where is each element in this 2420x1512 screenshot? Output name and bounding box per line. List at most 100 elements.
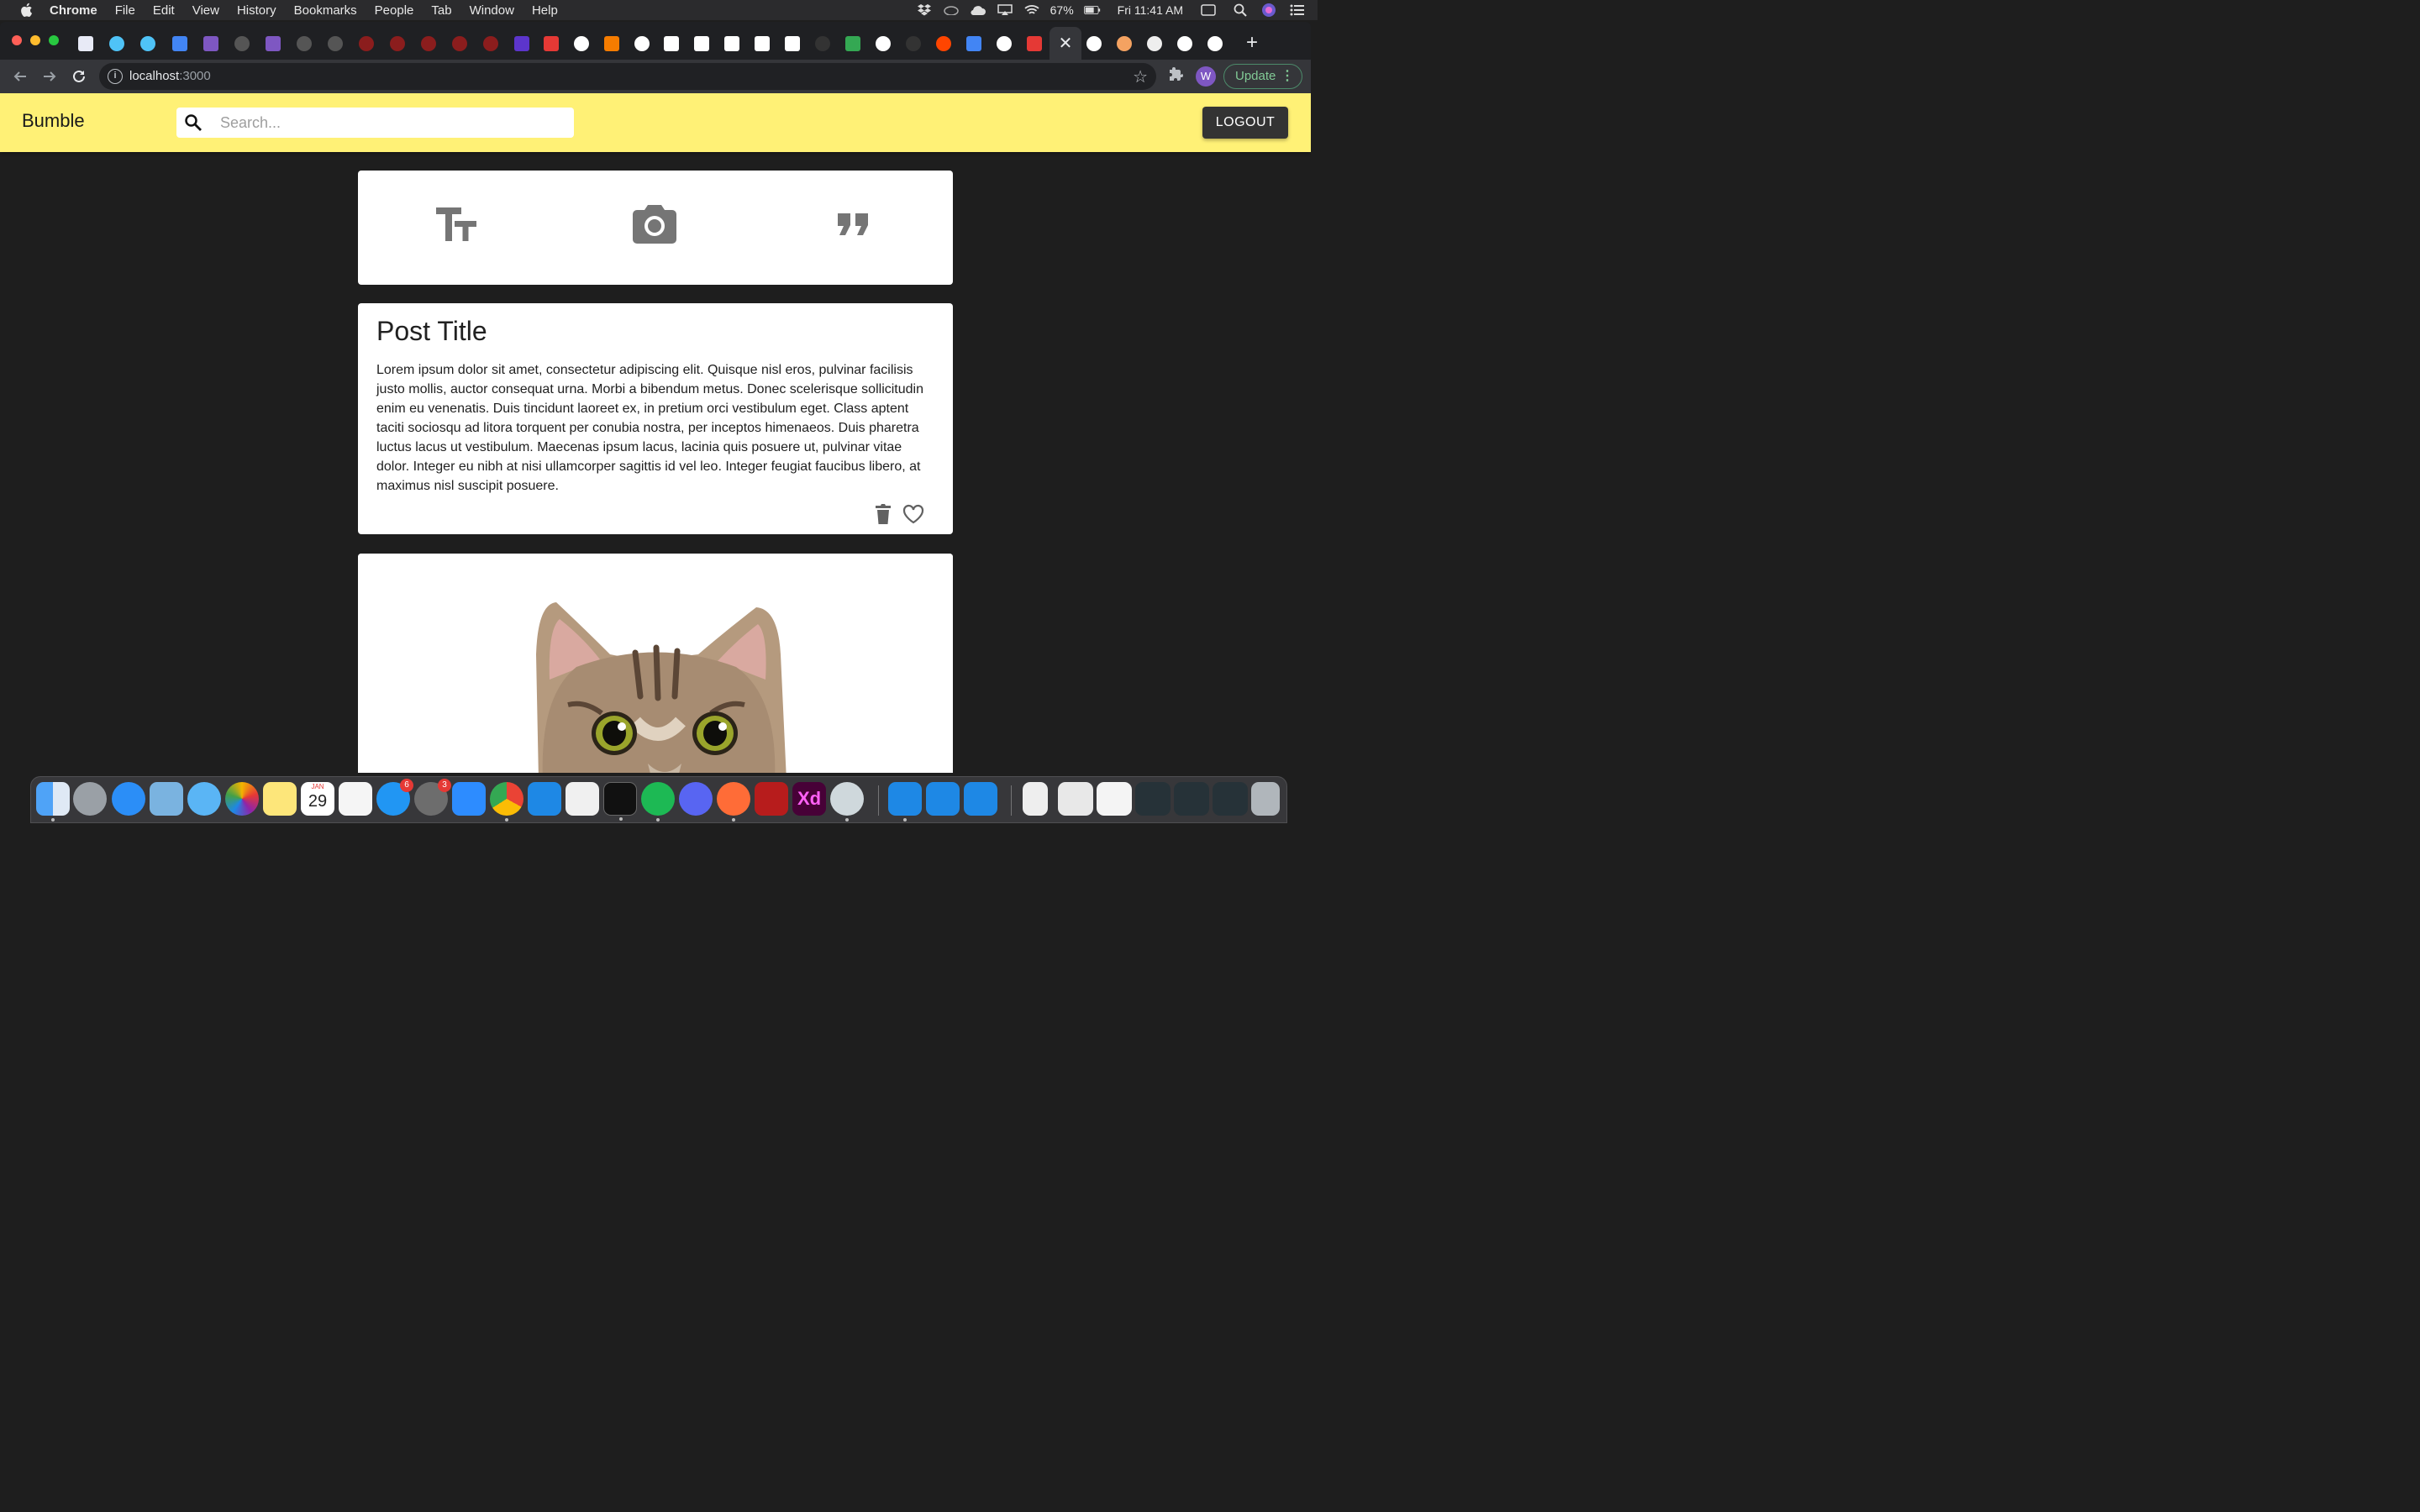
tab-favicon-red-1[interactable] — [359, 36, 374, 51]
text-post-button[interactable] — [431, 201, 481, 248]
close-window-button[interactable] — [12, 35, 22, 45]
tab-favicon-heroku[interactable] — [203, 36, 218, 51]
tab-favicon-google-3[interactable] — [997, 36, 1012, 51]
apple-menu-icon[interactable] — [17, 0, 35, 20]
menu-history[interactable]: History — [237, 3, 276, 18]
wifi-icon[interactable] — [1023, 3, 1040, 17]
terminal-icon[interactable] — [603, 782, 637, 821]
trash-icon[interactable] — [1251, 782, 1280, 816]
menu-help[interactable]: Help — [532, 3, 558, 18]
menu-people[interactable]: People — [375, 3, 414, 18]
tab-favicon-mail[interactable] — [514, 36, 529, 51]
tab-favicon-h-red[interactable] — [544, 36, 559, 51]
creative-cloud-icon[interactable] — [943, 3, 960, 17]
search-input[interactable] — [220, 108, 565, 138]
tab-favicon-github-2[interactable] — [1086, 36, 1102, 51]
tab-favicon-drive[interactable] — [845, 36, 860, 51]
tab-favicon-red-4[interactable] — [452, 36, 467, 51]
zoom-window-button[interactable] — [49, 35, 59, 45]
menu-app-name[interactable]: Chrome — [50, 3, 97, 18]
photo-booth-icon[interactable] — [755, 782, 788, 816]
tab-favicon-red-2[interactable] — [390, 36, 405, 51]
minimized-window-5[interactable] — [1213, 782, 1248, 816]
tab-favicon-globe-3[interactable] — [328, 36, 343, 51]
document-stack-icon[interactable] — [1023, 782, 1048, 816]
discord-icon[interactable] — [679, 782, 713, 816]
chrome-icon[interactable] — [490, 782, 523, 822]
tab-favicon-star-2[interactable] — [694, 36, 709, 51]
like-heart-icon[interactable] — [902, 502, 925, 526]
reload-button[interactable] — [69, 66, 89, 87]
messages-icon[interactable] — [187, 782, 221, 816]
tab-favicon-red-3[interactable] — [421, 36, 436, 51]
minimized-window-1[interactable] — [1058, 782, 1093, 816]
bookmark-star-icon[interactable]: ☆ — [1133, 66, 1148, 87]
forward-button[interactable] — [39, 66, 60, 87]
tab-favicon-robot[interactable] — [1147, 36, 1162, 51]
tab-favicon-github[interactable] — [876, 36, 891, 51]
tab-favicon-dark-2[interactable] — [906, 36, 921, 51]
search-box[interactable] — [176, 108, 574, 138]
tab-favicon-orange[interactable] — [604, 36, 619, 51]
tab-favicon-google-2[interactable] — [634, 36, 650, 51]
vscode-window-icon-2[interactable] — [926, 782, 960, 816]
minimized-window-3[interactable] — [1135, 782, 1171, 816]
back-button[interactable] — [10, 66, 30, 87]
more-menu-icon[interactable]: ⋮ — [1281, 65, 1294, 88]
quote-post-button[interactable] — [828, 201, 878, 248]
menu-window[interactable]: Window — [470, 3, 514, 18]
menu-view[interactable]: View — [192, 3, 219, 18]
active-tab-close-button[interactable]: ✕ — [1050, 27, 1081, 60]
vscode-icon[interactable] — [528, 782, 561, 816]
menu-edit[interactable]: Edit — [153, 3, 175, 18]
calendar-icon[interactable]: JAN 29 — [301, 782, 334, 816]
new-tab-button[interactable]: + — [1242, 32, 1262, 54]
cat-photo[interactable] — [358, 554, 953, 773]
safari-icon[interactable] — [112, 782, 145, 816]
icloud-icon[interactable] — [970, 3, 986, 17]
tab-favicon-dark-1[interactable] — [815, 36, 830, 51]
menu-tab[interactable]: Tab — [431, 3, 451, 18]
postman-icon[interactable] — [717, 782, 750, 822]
minimized-window-2[interactable] — [1097, 782, 1132, 816]
app-store-icon[interactable]: 6 — [376, 779, 413, 816]
brand-logo-text[interactable]: Bumble — [22, 110, 85, 132]
airplay-icon[interactable] — [997, 3, 1013, 17]
tab-favicon-star-3[interactable] — [724, 36, 739, 51]
tab-favicon-star-1[interactable] — [664, 36, 679, 51]
chrome-update-button[interactable]: Update ⋮ — [1223, 64, 1302, 89]
menu-bookmarks[interactable]: Bookmarks — [294, 3, 357, 18]
tab-favicon-calendar-2[interactable] — [966, 36, 981, 51]
tab-favicon-h-red-2[interactable] — [1027, 36, 1042, 51]
tab-favicon-globe[interactable] — [234, 36, 250, 51]
tableplus-elephant-icon[interactable] — [830, 782, 864, 822]
preview-icon[interactable] — [150, 782, 183, 816]
tab-favicon-1[interactable] — [78, 36, 93, 51]
siri-icon[interactable] — [1260, 3, 1277, 17]
launchpad-icon[interactable] — [73, 782, 107, 816]
address-bar[interactable]: i localhost:3000 ☆ — [99, 63, 1156, 90]
spotlight-search-icon[interactable] — [1232, 3, 1249, 17]
adobe-xd-icon[interactable]: Xd — [792, 782, 826, 816]
spotify-icon[interactable] — [641, 782, 675, 822]
menu-file[interactable]: File — [115, 3, 135, 18]
keyboard-input-icon[interactable] — [1200, 3, 1217, 17]
extensions-puzzle-icon[interactable] — [1168, 67, 1185, 84]
tab-favicon-calendar[interactable] — [172, 36, 187, 51]
tab-favicon-star-4[interactable] — [755, 36, 770, 51]
tab-favicon-red-5[interactable] — [483, 36, 498, 51]
minimize-window-button[interactable] — [30, 35, 40, 45]
tab-favicon-google-4[interactable] — [1177, 36, 1192, 51]
notification-center-icon[interactable] — [1289, 3, 1306, 17]
tab-favicon-3[interactable] — [140, 36, 155, 51]
photo-post-button[interactable] — [629, 201, 680, 248]
profile-avatar[interactable]: W — [1196, 66, 1216, 87]
dropbox-icon[interactable] — [916, 3, 933, 17]
vscode-window-icon-1[interactable] — [888, 782, 922, 822]
photos-icon[interactable] — [225, 782, 259, 816]
tab-favicon-heroku-2[interactable] — [266, 36, 281, 51]
tab-favicon-google-5[interactable] — [1207, 36, 1223, 51]
vscode-window-icon-3[interactable] — [964, 782, 997, 816]
minimized-window-4[interactable] — [1174, 782, 1209, 816]
textedit-icon[interactable] — [566, 782, 599, 816]
